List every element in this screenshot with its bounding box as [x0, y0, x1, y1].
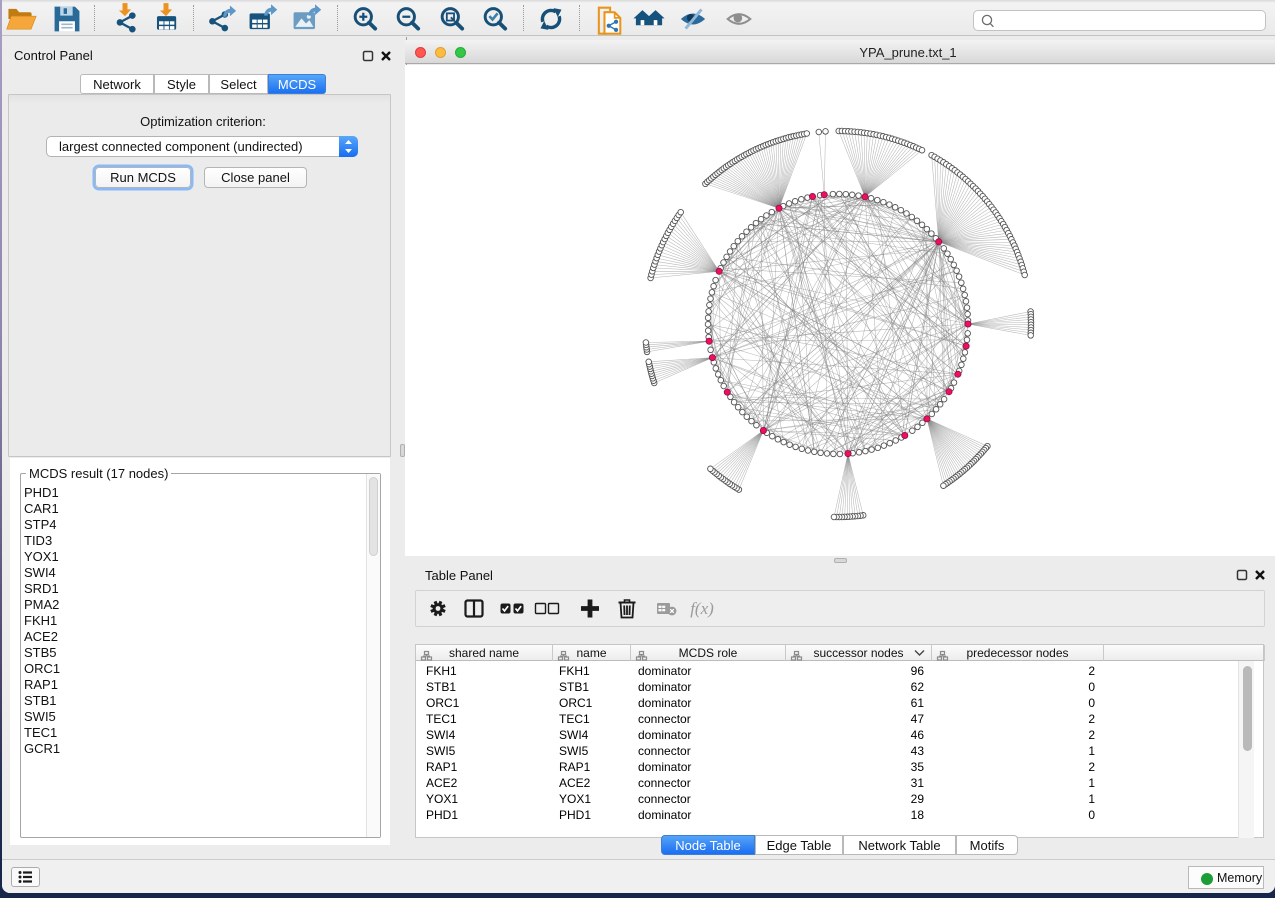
svg-text:f(x): f(x)	[690, 599, 714, 618]
